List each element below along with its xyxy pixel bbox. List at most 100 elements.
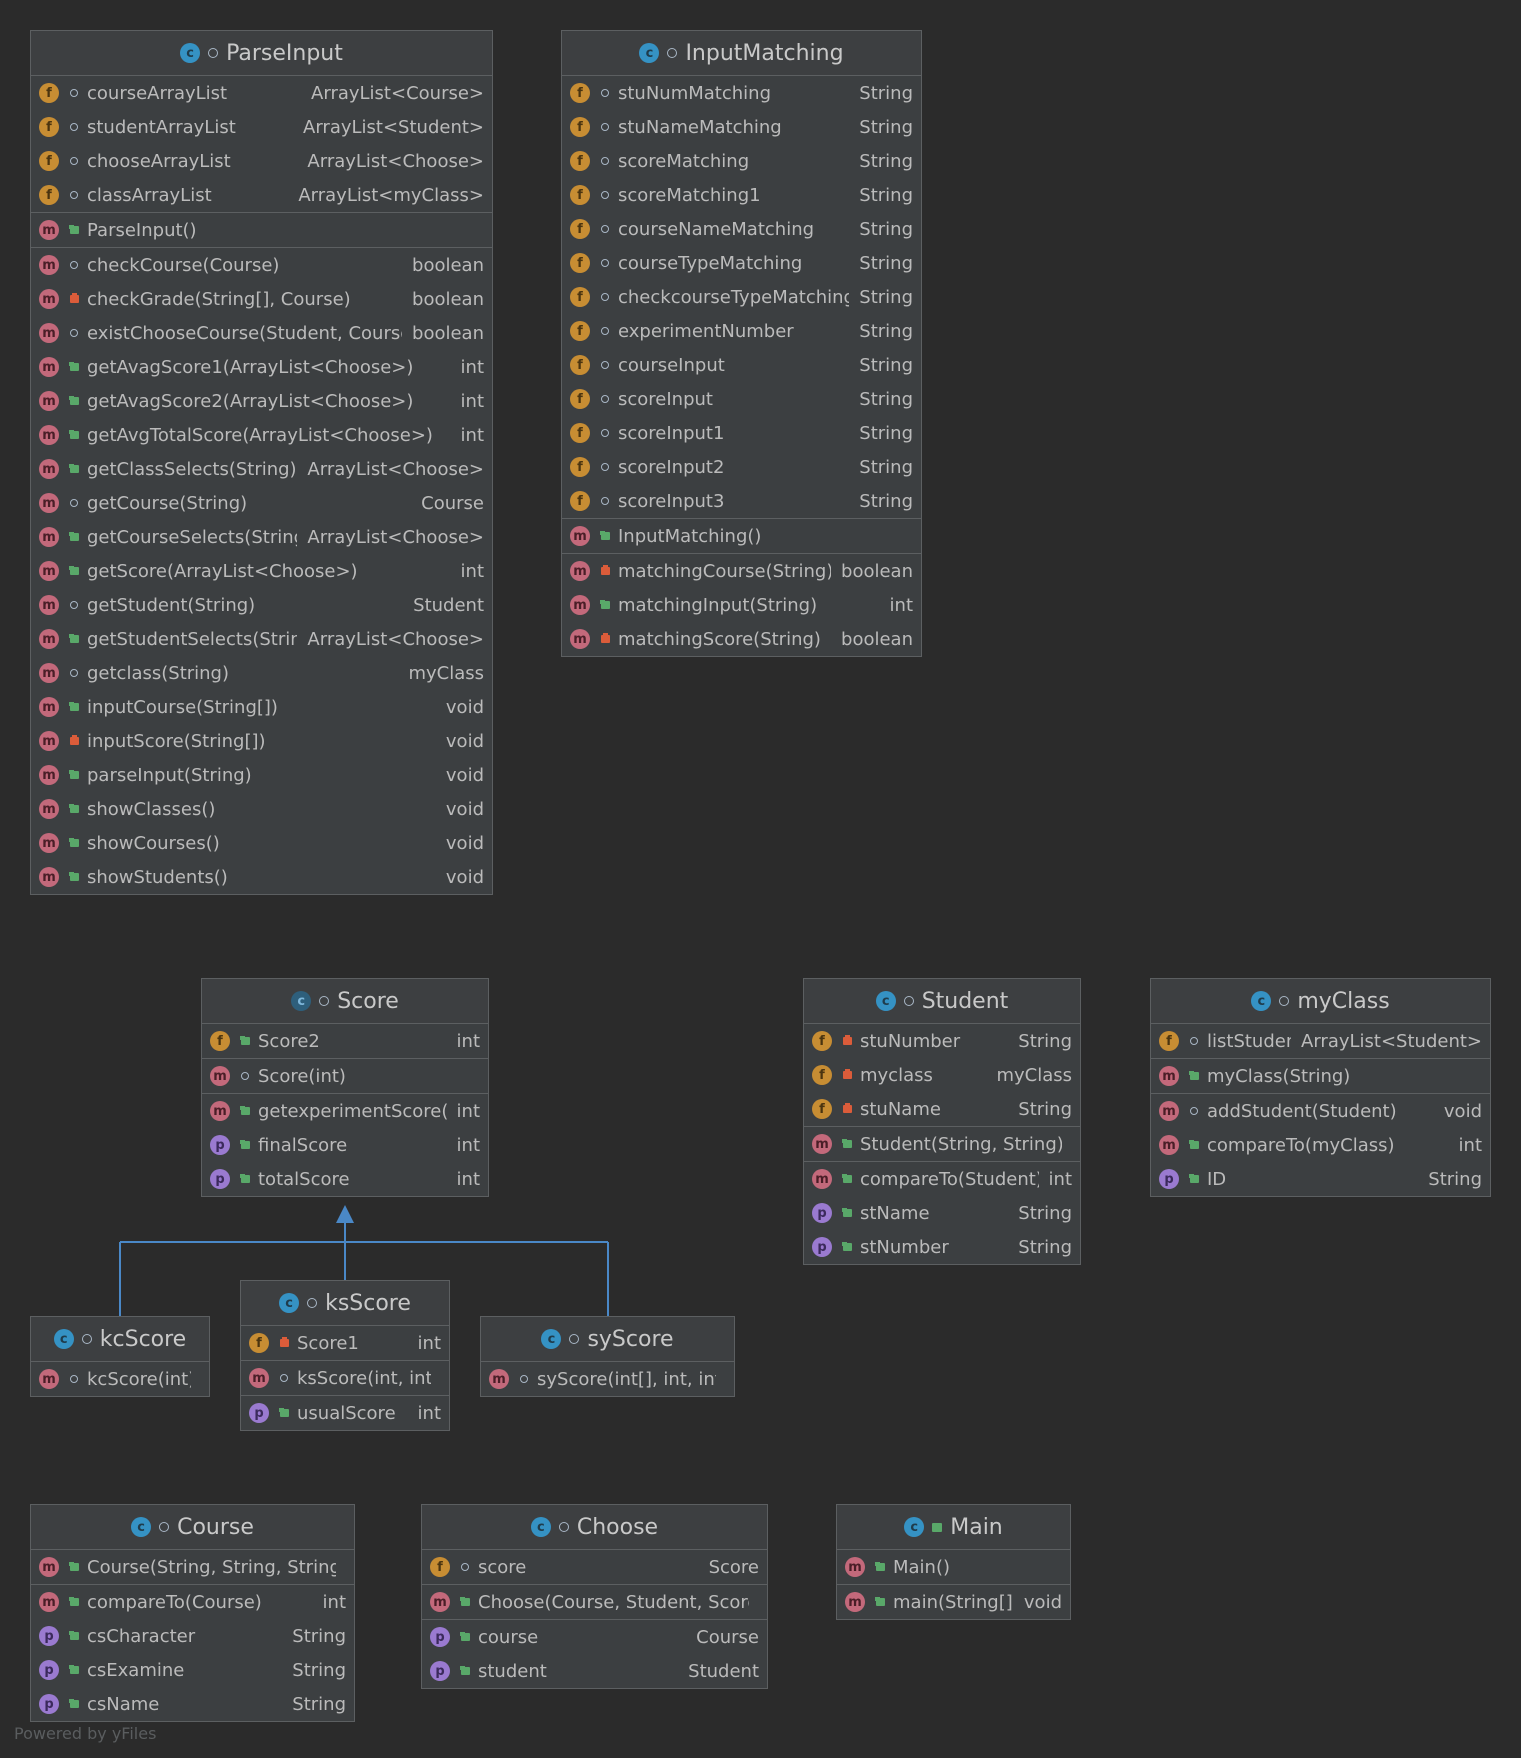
method-row[interactable]: m getStudent(String) Student xyxy=(31,588,492,622)
method-row[interactable]: m getClassSelects(String) ArrayList<Choose… xyxy=(31,452,492,486)
method-row[interactable]: m inputScore(String[]) void xyxy=(31,724,492,758)
method-row[interactable]: m getStudentSelects(String) ArrayList<Choo… xyxy=(31,622,492,656)
property-row[interactable]: p usualScore int xyxy=(241,1396,449,1430)
method-row[interactable]: m checkCourse(Course) boolean xyxy=(31,248,492,282)
method-row[interactable]: m matchingCourse(String) boolean xyxy=(562,554,921,588)
field-row[interactable]: f stuNumMatching String xyxy=(562,76,921,110)
class-header[interactable]: c Course xyxy=(31,1505,354,1550)
property-row[interactable]: p student Student xyxy=(422,1654,767,1688)
method-row[interactable]: m Student(String, String) xyxy=(804,1127,1080,1161)
field-row[interactable]: f Score2 int xyxy=(202,1024,488,1058)
property-row[interactable]: p csName String xyxy=(31,1687,354,1721)
field-row[interactable]: f courseTypeMatching String xyxy=(562,246,921,280)
method-row[interactable]: m Score(int) xyxy=(202,1059,488,1093)
class-InputMatching[interactable]: c InputMatching f stuNumMatching String f stuN… xyxy=(561,30,922,657)
field-row[interactable]: f scoreInput3 String xyxy=(562,484,921,518)
method-row[interactable]: m showCourses() void xyxy=(31,826,492,860)
field-row[interactable]: f courseInput String xyxy=(562,348,921,382)
class-header[interactable]: c myClass xyxy=(1151,979,1490,1024)
field-row[interactable]: f courseArrayList ArrayList<Course> xyxy=(31,76,492,110)
field-row[interactable]: f scoreInput1 String xyxy=(562,416,921,450)
field-row[interactable]: f chooseArrayList ArrayList<Choose> xyxy=(31,144,492,178)
member-type: int xyxy=(456,1168,480,1190)
class-ksScore[interactable]: c ksScore f Score1 int m ksScore(int, int) p usu… xyxy=(240,1280,450,1431)
property-row[interactable]: p ID String xyxy=(1151,1162,1490,1196)
method-row[interactable]: m Choose(Course, Student, Score) xyxy=(422,1585,767,1619)
method-row[interactable]: m syScore(int[], int, int) xyxy=(481,1362,734,1396)
method-row[interactable]: m getAvgTotalScore(ArrayList<Choose>) int xyxy=(31,418,492,452)
method-row[interactable]: m getCourse(String) Course xyxy=(31,486,492,520)
method-row[interactable]: m addStudent(Student) void xyxy=(1151,1094,1490,1128)
class-syScore[interactable]: c syScore m syScore(int[], int, int) xyxy=(480,1316,735,1397)
method-row[interactable]: m compareTo(Course) int xyxy=(31,1585,354,1619)
method-row[interactable]: m existChooseCourse(Student, Course) boole… xyxy=(31,316,492,350)
method-row[interactable]: m getCourseSelects(String) ArrayList<Choos… xyxy=(31,520,492,554)
method-row[interactable]: m getclass(String) myClass xyxy=(31,656,492,690)
method-row[interactable]: m Course(String, String, String) xyxy=(31,1550,354,1584)
method-row[interactable]: m inputCourse(String[]) void xyxy=(31,690,492,724)
method-row[interactable]: m InputMatching() xyxy=(562,519,921,553)
method-row[interactable]: m main(String[]) void xyxy=(837,1585,1070,1619)
field-row[interactable]: f scoreMatching String xyxy=(562,144,921,178)
field-row[interactable]: f myclass myClass xyxy=(804,1058,1080,1092)
method-row[interactable]: m getexperimentScore() int xyxy=(202,1094,488,1128)
class-myClass[interactable]: cmyClassflistStudentArrayList<Student>mm… xyxy=(1150,978,1491,1197)
class-header[interactable]: c Score xyxy=(202,979,488,1024)
class-ParseInput[interactable]: c ParseInput f courseArrayList ArrayList<Cou… xyxy=(30,30,493,895)
field-row[interactable]: f scoreMatching1 String xyxy=(562,178,921,212)
member-name: chooseArrayList xyxy=(87,150,231,172)
class-Student[interactable]: c Student f stuNumber String f myclass myClass f… xyxy=(803,978,1081,1265)
method-row[interactable]: m getScore(ArrayList<Choose>) int xyxy=(31,554,492,588)
property-row[interactable]: p stNumber String xyxy=(804,1230,1080,1264)
class-kcScore[interactable]: c kcScore m kcScore(int) xyxy=(30,1316,210,1397)
class-Choose[interactable]: c Choose f score Score m Choose(Course, Studen… xyxy=(421,1504,768,1689)
method-row[interactable]: m compareTo(Student) int xyxy=(804,1162,1080,1196)
class-header[interactable]: c InputMatching xyxy=(562,31,921,76)
method-row[interactable]: m Main() xyxy=(837,1550,1070,1584)
method-row[interactable]: m ksScore(int, int) xyxy=(241,1361,449,1395)
method-row[interactable]: m kcScore(int) xyxy=(31,1362,209,1396)
field-row[interactable]: f checkcourseTypeMatching String xyxy=(562,280,921,314)
field-row[interactable]: f stuNameMatching String xyxy=(562,110,921,144)
class-Main[interactable]: c Main m Main() m main(String[]) void xyxy=(836,1504,1071,1620)
class-header[interactable]: c syScore xyxy=(481,1317,734,1362)
method-row[interactable]: m matchingInput(String) int xyxy=(562,588,921,622)
class-header[interactable]: c ParseInput xyxy=(31,31,492,76)
method-row[interactable]: m getAvagScore1(ArrayList<Choose>) int xyxy=(31,350,492,384)
class-header[interactable]: c Student xyxy=(804,979,1080,1024)
method-row[interactable]: m myClass(String) xyxy=(1151,1059,1490,1093)
class-Course[interactable]: c Course m Course(String, String, String) m c… xyxy=(30,1504,355,1722)
method-row[interactable]: m ParseInput() xyxy=(31,213,492,247)
property-row[interactable]: p totalScore int xyxy=(202,1162,488,1196)
class-header[interactable]: c kcScore xyxy=(31,1317,209,1362)
property-row[interactable]: p course Course xyxy=(422,1620,767,1654)
field-row[interactable]: f scoreInput String xyxy=(562,382,921,416)
class-Score[interactable]: c Score f Score2 int m Score(int) m getexperimen… xyxy=(201,978,489,1197)
method-row[interactable]: m getAvagScore2(ArrayList<Choose>) int xyxy=(31,384,492,418)
class-header[interactable]: c ksScore xyxy=(241,1281,449,1326)
method-row[interactable]: m matchingScore(String) boolean xyxy=(562,622,921,656)
field-row[interactable]: f listStudent ArrayList<Student> xyxy=(1151,1024,1490,1058)
member-name: Score2 xyxy=(258,1030,320,1052)
field-row[interactable]: f score Score xyxy=(422,1550,767,1584)
property-row[interactable]: p csExamine String xyxy=(31,1653,354,1687)
method-row[interactable]: m showClasses() void xyxy=(31,792,492,826)
method-row[interactable]: m checkGrade(String[], Course) boolean xyxy=(31,282,492,316)
class-header[interactable]: c Main xyxy=(837,1505,1070,1550)
property-row[interactable]: p csCharacter String xyxy=(31,1619,354,1653)
field-row[interactable]: f experimentNumber String xyxy=(562,314,921,348)
property-row[interactable]: p stName String xyxy=(804,1196,1080,1230)
field-row[interactable]: f courseNameMatching String xyxy=(562,212,921,246)
method-row[interactable]: m showStudents() void xyxy=(31,860,492,894)
field-row[interactable]: f scoreInput2 String xyxy=(562,450,921,484)
method-row[interactable]: m compareTo(myClass) int xyxy=(1151,1128,1490,1162)
field-row[interactable]: f stuNumber String xyxy=(804,1024,1080,1058)
class-header[interactable]: c Choose xyxy=(422,1505,767,1550)
field-row[interactable]: f Score1 int xyxy=(241,1326,449,1360)
field-row[interactable]: f classArrayList ArrayList<myClass> xyxy=(31,178,492,212)
private-lock-icon xyxy=(598,564,612,578)
field-row[interactable]: f stuName String xyxy=(804,1092,1080,1126)
method-row[interactable]: m parseInput(String) void xyxy=(31,758,492,792)
property-row[interactable]: p finalScore int xyxy=(202,1128,488,1162)
field-row[interactable]: f studentArrayList ArrayList<Student> xyxy=(31,110,492,144)
